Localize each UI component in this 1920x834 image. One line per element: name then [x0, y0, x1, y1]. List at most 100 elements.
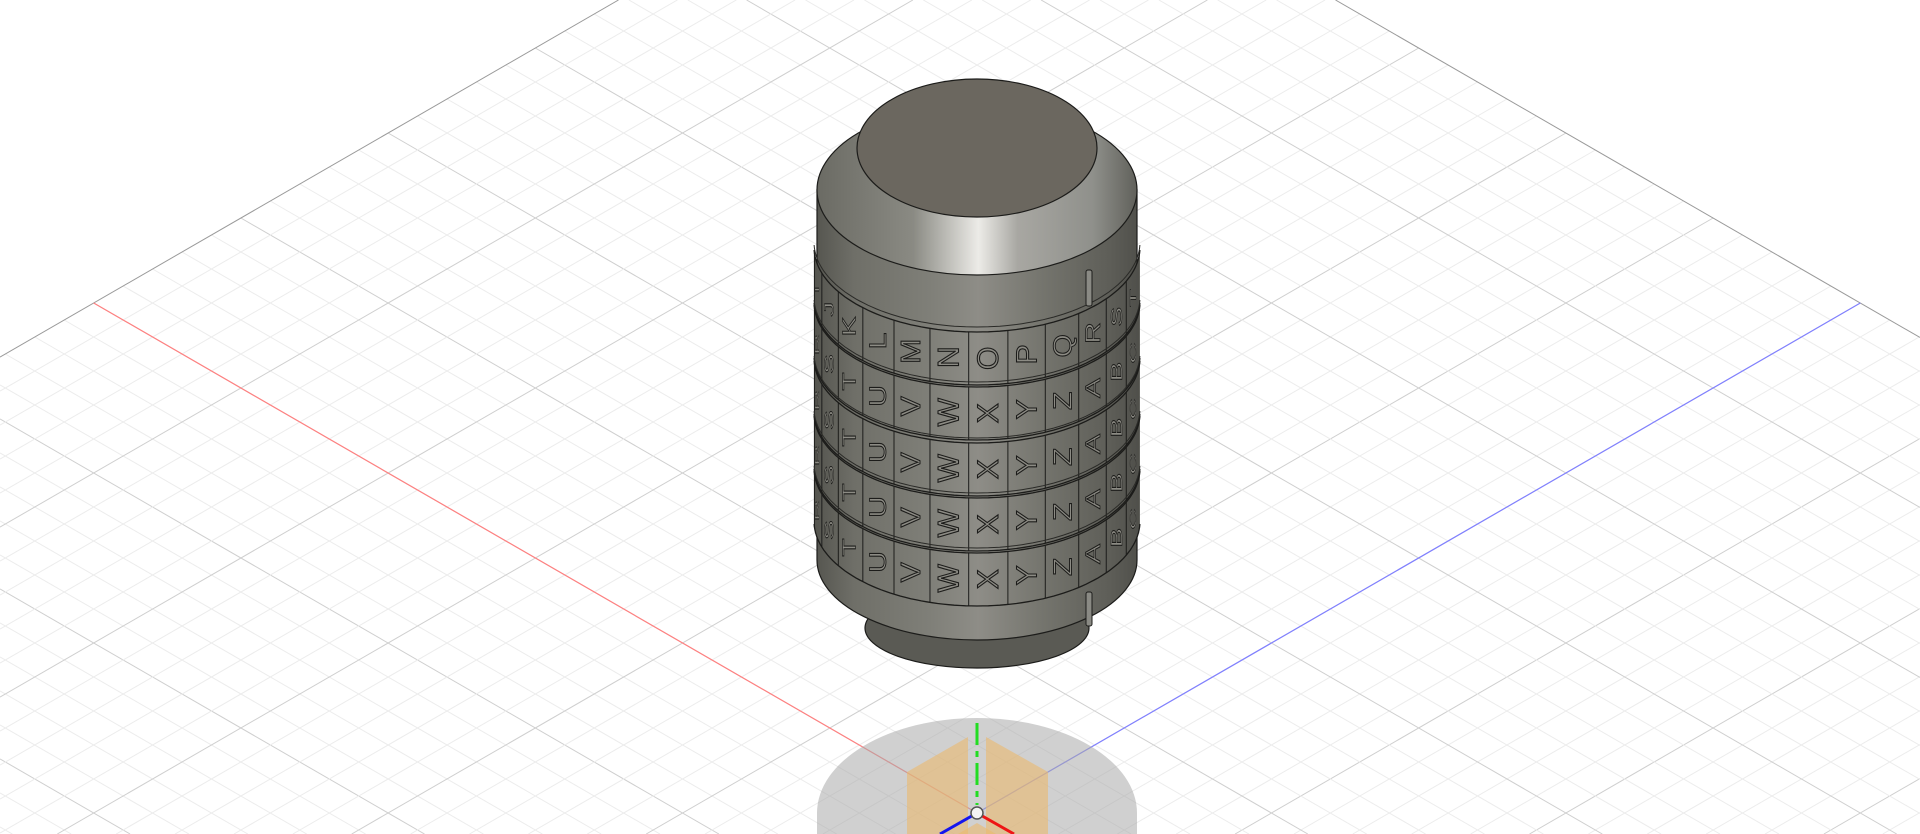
ring-letter: C — [1128, 508, 1138, 530]
grid-line — [0, 520, 543, 834]
3d-viewport[interactable]: IJKL M N O P QRSTRSTU V W X Y ZABCRSTU V W X Y ZABCRSTU… — [0, 0, 1920, 834]
ring-letter: O — [972, 347, 1005, 370]
grid-line — [0, 0, 855, 494]
grid-line — [1040, 0, 1920, 508]
ring-letter: S — [1109, 307, 1126, 327]
ring-letter: W — [933, 509, 966, 537]
grid-line — [1293, 472, 1920, 834]
ring-letter: V — [896, 561, 927, 582]
grid-line — [645, 217, 1714, 834]
grid-line — [1175, 404, 1920, 834]
ring-letter: T — [839, 538, 860, 556]
grid-line — [1470, 574, 1920, 834]
ring-letter: T — [839, 483, 860, 501]
ring-letter: C — [1128, 453, 1138, 475]
ring-letter: B — [1109, 362, 1126, 382]
gizmo-origin[interactable] — [970, 806, 984, 820]
grid-line — [0, 0, 737, 426]
ring-letter: U — [864, 385, 891, 407]
ring-letter: A — [1082, 433, 1105, 454]
ring-letter: X — [972, 569, 1005, 589]
grid-line — [0, 554, 484, 834]
ring-letter: A — [1082, 543, 1105, 564]
ring-letter: P — [1011, 344, 1043, 364]
ring-letter: S — [822, 410, 836, 430]
grid-line — [1823, 778, 1920, 834]
grid-line — [1158, 0, 1920, 440]
ring-letter: B — [1109, 418, 1126, 438]
ring-letter: C — [1128, 398, 1138, 420]
ring-letter: U — [864, 496, 891, 518]
grid-line — [1882, 812, 1920, 834]
ring-letter: R — [814, 445, 821, 467]
grid-line — [1335, 0, 1920, 338]
ring-letter: A — [1082, 488, 1105, 509]
ring-letter: S — [822, 465, 836, 485]
grid-line — [115, 64, 1449, 834]
ring-letter: Z — [1048, 558, 1076, 576]
ring-letter: U — [864, 441, 891, 463]
ring-letter: T — [839, 428, 860, 446]
grid-line — [505, 64, 1839, 834]
ring-letter: R — [814, 390, 821, 412]
ring-letter: A — [1082, 377, 1105, 398]
grid-line — [0, 690, 249, 834]
grid-line — [0, 30, 1390, 834]
grid-line — [0, 724, 190, 834]
grid-line — [240, 217, 1309, 834]
grid-line — [0, 384, 779, 834]
grid-line — [1647, 676, 1920, 834]
grid-line — [1058, 336, 1920, 834]
grid-line — [1705, 710, 1920, 834]
ring-letter: W — [933, 398, 966, 426]
grid-line — [0, 758, 131, 834]
ring-letter: W — [933, 564, 966, 592]
ring-letter: V — [896, 506, 927, 527]
grid-line — [34, 336, 896, 834]
grid-line — [57, 47, 1419, 834]
ring-letter: R — [814, 334, 821, 356]
ring-letter: U — [864, 551, 891, 573]
ring-letter: W — [933, 454, 966, 482]
ring-letter: T — [839, 372, 860, 390]
grid-line — [0, 622, 366, 834]
alignment-pin-bottom — [1085, 591, 1093, 627]
grid-line — [0, 418, 720, 834]
grid-line — [0, 792, 72, 834]
alignment-pin-top — [1085, 269, 1093, 307]
grid-line — [0, 656, 307, 834]
ring-letter: B — [1109, 473, 1126, 493]
grid-line — [1411, 540, 1920, 834]
ring-letter: R — [814, 500, 821, 522]
grid-line — [0, 588, 425, 834]
origin-gizmo[interactable] — [817, 718, 1137, 834]
ring-letter: M — [896, 339, 927, 364]
model-top-face — [856, 78, 1098, 218]
ring-letter: X — [972, 459, 1005, 479]
ring-letter: K — [839, 316, 860, 336]
ring-letter: V — [896, 451, 927, 472]
ring-letter: I — [814, 285, 821, 293]
ring-letter: Y — [1011, 565, 1043, 585]
grid-line — [1099, 0, 1920, 474]
ring-letter: S — [822, 520, 836, 540]
grid-line — [1588, 642, 1920, 834]
grid-line — [0, 0, 796, 460]
ring-letter: Z — [1048, 448, 1076, 466]
grid-line — [0, 0, 678, 392]
ring-letter: X — [972, 403, 1005, 423]
grid-line — [0, 826, 13, 834]
ring-letter: S — [822, 354, 836, 374]
cryptex-model[interactable]: IJKL M N O P QRSTRSTU V W X Y ZABCRSTU V W X Y ZABCRSTU… — [813, 78, 1141, 669]
grid-line — [1529, 608, 1920, 834]
ring-letter: Z — [1048, 503, 1076, 521]
ring-letter: B — [1109, 528, 1126, 548]
ring-letter: J — [822, 302, 836, 317]
grid-line — [1234, 438, 1920, 834]
ring-letter: Y — [1011, 399, 1043, 419]
grid-line — [1352, 506, 1920, 834]
ring-letter: Y — [1011, 510, 1043, 530]
ring-letter: N — [933, 346, 966, 368]
ring-letter: Z — [1048, 392, 1076, 410]
ring-letter: Q — [1048, 334, 1076, 357]
